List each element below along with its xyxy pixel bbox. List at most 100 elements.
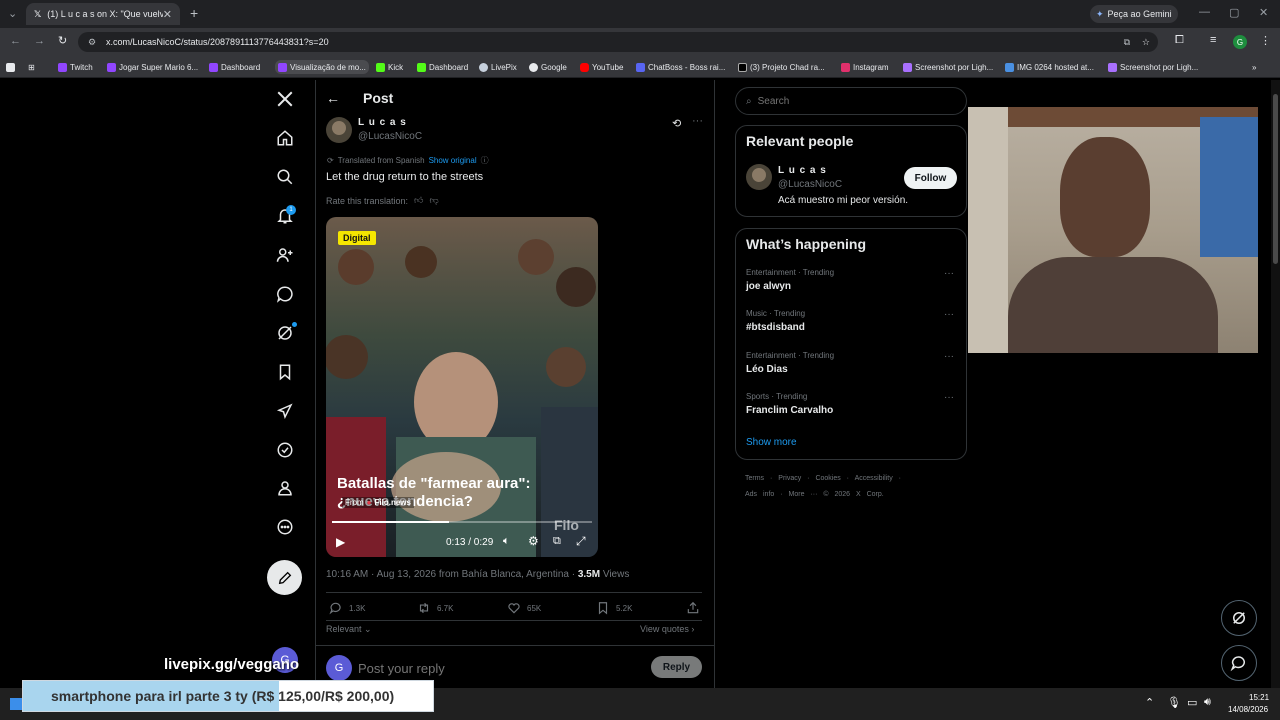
follow-people-icon[interactable] [274,244,296,266]
reply-action[interactable]: 1.3K [329,601,365,615]
thumbs-up-icon[interactable]: 👍︎ [414,195,423,206]
back-icon[interactable]: ← [10,35,21,47]
bookmarks-icon[interactable] [274,361,296,383]
bookmark-item[interactable]: Google [529,60,567,74]
jobs-rocket-icon[interactable] [274,400,296,422]
network-icon[interactable]: ▭ [1187,696,1197,709]
footer-links-1[interactable]: Terms · Privacy · Cookies · Accessibilit… [745,475,901,482]
bookmark-item[interactable]: Dashboard [417,60,468,74]
close-window-icon[interactable]: ✕ [1259,6,1268,19]
close-tab-icon[interactable]: ✕ [163,8,172,21]
back-arrow-icon[interactable]: ← [326,90,340,106]
media-icon[interactable]: ≡ [1210,34,1216,46]
new-tab-icon[interactable]: + [190,5,198,21]
trend-more-icon[interactable]: ··· [944,309,954,320]
tray-chevron-icon[interactable]: ⌃ [1145,696,1154,709]
reply-input[interactable] [358,658,638,678]
bookmark-item[interactable]: Twitch [58,60,93,74]
bookmark-item[interactable]: Jogar Super Mario 6... [107,60,198,74]
maximize-icon[interactable]: ▢ [1229,6,1239,19]
author-name[interactable]: L u c a s [358,117,407,128]
author-handle[interactable]: @LucasNicoC [358,131,422,142]
settings-gear-icon[interactable]: ⚙ [528,534,539,548]
bookmark-grid-icon[interactable]: ⊞ [28,60,35,74]
bookmark-apps-icon[interactable] [6,60,15,74]
person-name[interactable]: L u c a s [778,165,827,176]
bookmark-item[interactable]: Kick [376,60,403,74]
volume-icon[interactable]: 🔈︎ [503,535,510,548]
follow-button[interactable]: Follow [904,167,957,189]
gemini-button[interactable]: ✦ Peça ao Gemini [1090,5,1178,23]
more-circle-icon[interactable] [274,516,296,538]
tab-search-icon[interactable]: ⌄ [8,7,17,20]
extensions-icon[interactable]: ⧠ [1175,34,1184,47]
footer-links-2[interactable]: Ads info · More ··· © 2026 X Corp. [745,491,884,498]
grok-explain-icon[interactable]: ⟲ [672,117,681,130]
video-player[interactable]: Digital Batallas de "farmear aura": ¿nue… [326,217,598,557]
minimize-icon[interactable]: — [1199,6,1210,18]
site-info-icon[interactable]: ⚙ [88,37,96,48]
fullscreen-icon[interactable]: ⤢ [576,534,586,549]
view-quotes-link[interactable]: View quotes › [640,624,694,634]
url-bar[interactable]: ⚙ x.com/LucasNicoC/status/20878911137764… [78,32,1158,52]
repost-action[interactable]: 6.7K [417,601,453,615]
show-original-link[interactable]: Show original [429,156,477,165]
person-handle[interactable]: @LucasNicoC [778,179,842,190]
tab-active[interactable]: 𝕏 (1) L u c a s on X: "Que vuelva l... ✕ [26,3,180,25]
chat-icon[interactable] [274,283,296,305]
author-avatar[interactable] [326,117,352,143]
pip-icon[interactable]: ⧉ [553,535,561,548]
bookmark-item[interactable]: Dashboard [209,60,260,74]
show-more-link[interactable]: Show more [746,437,797,448]
bookmark-item[interactable]: IMG 0264 hosted at... [1005,60,1094,74]
post-more-icon[interactable]: ··· [692,115,703,127]
bookmark-item[interactable]: Screenshot por Ligh... [903,60,993,74]
profile-avatar[interactable]: G [1233,35,1247,49]
menu-kebab-icon[interactable]: ⋮ [1260,34,1271,47]
person-avatar[interactable] [746,164,772,190]
trend-more-icon[interactable]: ··· [944,392,954,403]
bookmark-item[interactable]: YouTube [580,60,623,74]
compose-post-button[interactable] [267,560,302,595]
search-box[interactable]: ⌕ [735,87,967,115]
grok-float-button[interactable] [1221,600,1257,636]
thumbs-down-icon[interactable]: 👎︎ [429,195,438,206]
bookmark-star-icon[interactable]: ☆ [1142,37,1150,48]
home-icon[interactable] [274,127,296,149]
bookmark-item[interactable]: (3) Projeto Chad ra... [738,60,825,74]
clock-time[interactable]: 15:21 [1249,693,1269,702]
bookmark-action[interactable]: 5.2K [596,601,632,615]
reply-button[interactable]: Reply [651,656,702,678]
reload-icon[interactable]: ↻ [58,34,67,47]
x-logo-icon[interactable] [274,88,296,110]
start-icon[interactable] [10,698,22,710]
install-icon[interactable]: ⧉ [1124,37,1130,48]
bookmark-item[interactable]: Instagram [841,60,889,74]
profile-icon[interactable] [274,477,296,499]
forward-icon[interactable]: → [34,35,45,47]
mic-icon[interactable]: 🎙︎ [1167,696,1181,709]
video-progress-track[interactable] [332,521,592,523]
bookmark-item[interactable]: LivePix [479,60,517,74]
bookmark-item[interactable]: Screenshot por Ligh... [1108,60,1198,74]
explore-search-icon[interactable] [274,166,296,188]
scrollbar-thumb[interactable] [1273,94,1278,264]
verified-icon[interactable] [274,439,296,461]
clock-date[interactable]: 14/08/2026 [1228,705,1268,714]
search-input[interactable] [757,95,948,107]
messages-float-button[interactable] [1221,645,1257,681]
sort-relevant-dropdown[interactable]: Relevant ⌄ [326,624,372,635]
page-scrollbar[interactable] [1271,80,1280,688]
share-action[interactable] [686,601,700,615]
bookmark-item[interactable]: ChatBoss - Boss rai... [636,60,725,74]
trend-more-icon[interactable]: ··· [944,351,954,362]
like-action[interactable]: 65K [507,601,541,615]
trend-more-icon[interactable]: ··· [944,268,954,279]
info-icon[interactable]: ⓘ [481,155,489,166]
search-icon: ⌕ [746,95,752,107]
speaker-icon[interactable]: 🔊︎ [1204,696,1211,709]
divider [316,645,714,646]
bookmarks-overflow-icon[interactable]: » [1252,60,1256,74]
play-icon[interactable]: ▶ [336,535,345,549]
bookmark-item[interactable]: Visualização de mo... [275,60,369,74]
